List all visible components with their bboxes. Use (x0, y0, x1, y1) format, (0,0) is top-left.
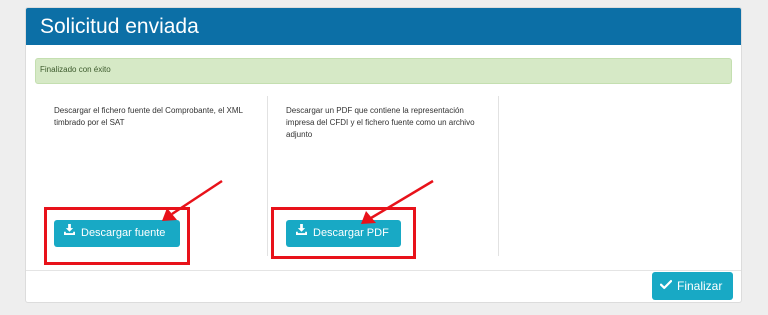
annotation-arrow-icon (162, 179, 223, 221)
annotation-arrows (162, 179, 434, 224)
annotation-arrow-icon (361, 179, 434, 224)
